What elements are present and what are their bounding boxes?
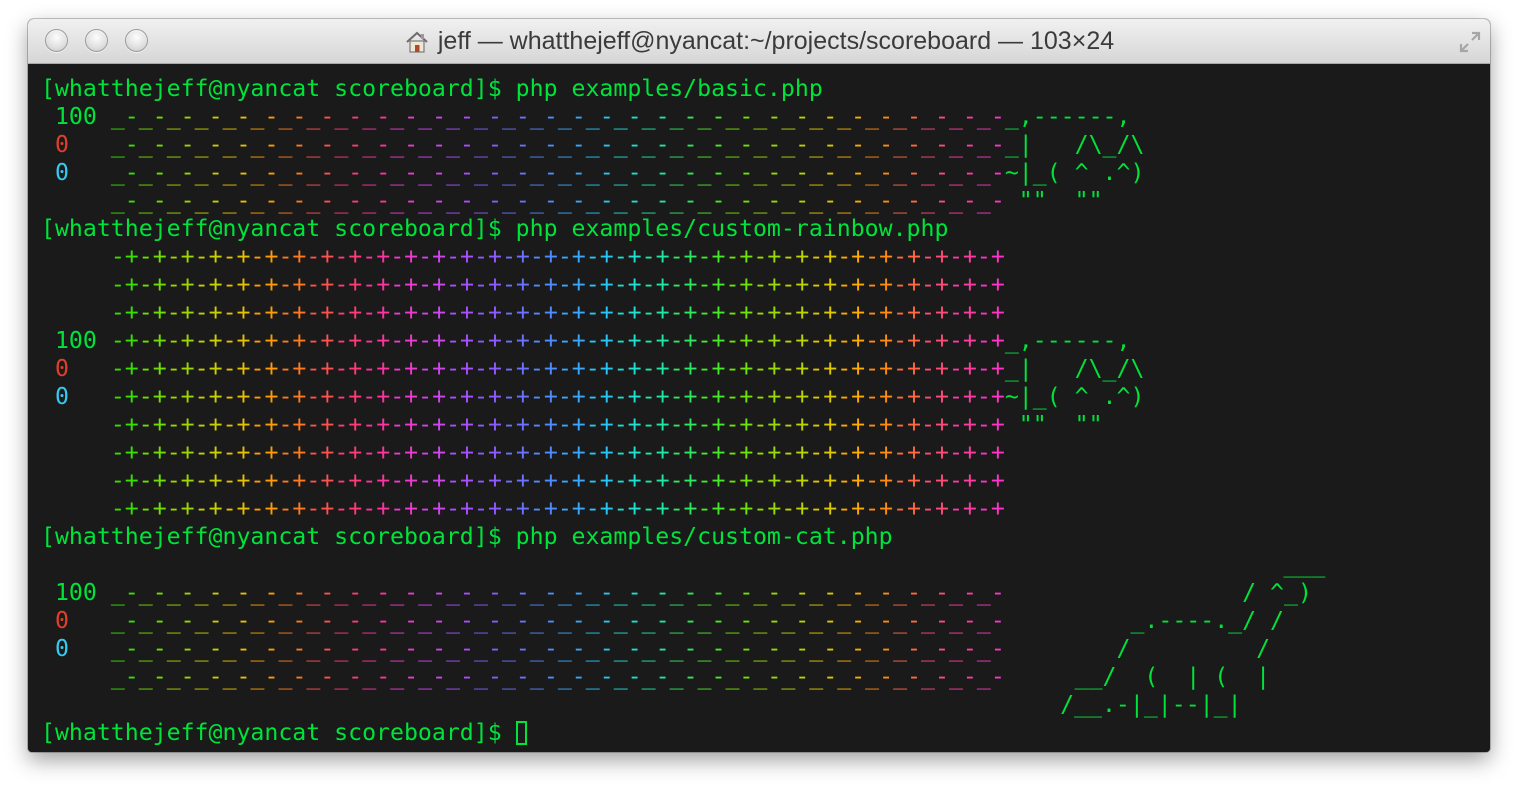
nyan-cat: _| /\_/\: [1004, 131, 1145, 158]
score-blank: [41, 271, 111, 298]
score-cyan: 0: [41, 383, 111, 410]
rainbow-trail: -+-+-+-+-+-+-+-+-+-+-+-+-+-+-+-+-+-+-+-+…: [110, 383, 1005, 410]
rainbow-line: 0 _-_-_-_-_-_-_-_-_-_-_-_-_-_-_-_-_-_-_-…: [41, 159, 1144, 187]
score-cyan: 0: [41, 635, 111, 662]
command-text: php examples/basic.php: [515, 75, 823, 102]
rainbow-line: _-_-_-_-_-_-_-_-_-_-_-_-_-_-_-_-_-_-_-_-…: [41, 663, 1270, 691]
rainbow-trail: -+-+-+-+-+-+-+-+-+-+-+-+-+-+-+-+-+-+-+-+…: [110, 327, 1005, 354]
score-blank: [41, 439, 111, 466]
rainbow-line: 0 _-_-_-_-_-_-_-_-_-_-_-_-_-_-_-_-_-_-_-…: [41, 131, 1144, 159]
rainbow-trail: _-_-_-_-_-_-_-_-_-_-_-_-_-_-_-_-_-_-_-_-…: [110, 635, 1005, 662]
rainbow-line: 100 -+-+-+-+-+-+-+-+-+-+-+-+-+-+-+-+-+-+…: [41, 327, 1131, 355]
dino-cat: ___: [41, 551, 1326, 578]
shell-prompt: [whatthejeff@nyancat scoreboard]$: [41, 719, 516, 746]
score-red: 0: [41, 607, 111, 634]
nyan-cat: ~|_( ^ .^): [1004, 383, 1145, 410]
dino-cat: / ^_): [1004, 579, 1312, 606]
rainbow-line: 0 _-_-_-_-_-_-_-_-_-_-_-_-_-_-_-_-_-_-_-…: [41, 607, 1284, 635]
rainbow-line: 0 _-_-_-_-_-_-_-_-_-_-_-_-_-_-_-_-_-_-_-…: [41, 635, 1270, 663]
score-red: 0: [41, 131, 111, 158]
shell-prompt: [whatthejeff@nyancat scoreboard]$: [41, 215, 516, 242]
rainbow-trail: _-_-_-_-_-_-_-_-_-_-_-_-_-_-_-_-_-_-_-_-…: [110, 131, 1005, 158]
score-blank: [41, 187, 111, 214]
score-blank: [41, 411, 111, 438]
score-blank: [41, 299, 111, 326]
nyan-cat: _,------,: [1004, 103, 1131, 130]
dino-cat: /__.-|_|--|_|: [41, 691, 1242, 718]
score-blank: [41, 467, 111, 494]
rainbow-trail: _-_-_-_-_-_-_-_-_-_-_-_-_-_-_-_-_-_-_-_-…: [110, 187, 1005, 214]
nyan-cat: "" "": [1004, 411, 1103, 438]
nyan-cat: _,------,: [1004, 327, 1131, 354]
score-blank: [41, 495, 111, 522]
shell-prompt: [whatthejeff@nyancat scoreboard]$: [41, 75, 516, 102]
score-blank: [41, 663, 111, 690]
nyan-cat: ~|_( ^ .^): [1004, 159, 1145, 186]
rainbow-line: -+-+-+-+-+-+-+-+-+-+-+-+-+-+-+-+-+-+-+-+…: [41, 439, 1005, 467]
home-icon: [406, 31, 428, 53]
window-title: jeff — whatthejeff@nyancat:~/projects/sc…: [437, 27, 1115, 55]
prompt-line: [whatthejeff@nyancat scoreboard]$ php ex…: [41, 75, 823, 103]
command-text: php examples/custom-cat.php: [515, 523, 893, 550]
dino-line: ___: [41, 551, 1325, 579]
rainbow-trail: -+-+-+-+-+-+-+-+-+-+-+-+-+-+-+-+-+-+-+-+…: [110, 439, 1005, 466]
score-cyan: 0: [41, 159, 111, 186]
prompt-line: [whatthejeff@nyancat scoreboard]$ php ex…: [41, 523, 893, 551]
dino-cat: / /: [1004, 635, 1271, 662]
fullscreen-icon[interactable]: [1458, 30, 1482, 54]
rainbow-line: -+-+-+-+-+-+-+-+-+-+-+-+-+-+-+-+-+-+-+-+…: [41, 243, 1005, 271]
rainbow-trail: -+-+-+-+-+-+-+-+-+-+-+-+-+-+-+-+-+-+-+-+…: [110, 243, 1005, 270]
score-red: 0: [41, 355, 111, 382]
nyan-cat: _| /\_/\: [1004, 355, 1145, 382]
prompt-line: [whatthejeff@nyancat scoreboard]$ php ex…: [41, 215, 948, 243]
shell-prompt: [whatthejeff@nyancat scoreboard]$: [41, 523, 516, 550]
command-text: php examples/custom-rainbow.php: [515, 215, 949, 242]
score-top: 100: [41, 327, 111, 354]
rainbow-line: -+-+-+-+-+-+-+-+-+-+-+-+-+-+-+-+-+-+-+-+…: [41, 495, 1005, 523]
rainbow-line: -+-+-+-+-+-+-+-+-+-+-+-+-+-+-+-+-+-+-+-+…: [41, 271, 1005, 299]
score-top: 100: [41, 579, 111, 606]
nyan-cat: "" "": [1004, 187, 1103, 214]
dino-line: /__.-|_|--|_|: [41, 691, 1242, 719]
rainbow-line: -+-+-+-+-+-+-+-+-+-+-+-+-+-+-+-+-+-+-+-+…: [41, 467, 1005, 495]
rainbow-line: 100 _-_-_-_-_-_-_-_-_-_-_-_-_-_-_-_-_-_-…: [41, 579, 1312, 607]
title-bar: jeff — whatthejeff@nyancat:~/projects/sc…: [28, 19, 1490, 64]
rainbow-line: -+-+-+-+-+-+-+-+-+-+-+-+-+-+-+-+-+-+-+-+…: [41, 411, 1103, 439]
rainbow-trail: _-_-_-_-_-_-_-_-_-_-_-_-_-_-_-_-_-_-_-_-…: [110, 607, 1005, 634]
dino-cat: _.----._/ /: [1004, 607, 1285, 634]
text-cursor[interactable]: [515, 721, 527, 745]
window-title-area: jeff — whatthejeff@nyancat:~/projects/sc…: [28, 19, 1490, 64]
score-top: 100: [41, 103, 111, 130]
rainbow-trail: -+-+-+-+-+-+-+-+-+-+-+-+-+-+-+-+-+-+-+-+…: [110, 495, 1005, 522]
rainbow-trail: _-_-_-_-_-_-_-_-_-_-_-_-_-_-_-_-_-_-_-_-…: [110, 103, 1005, 130]
terminal-window: jeff — whatthejeff@nyancat:~/projects/sc…: [28, 19, 1490, 752]
rainbow-line: 0 -+-+-+-+-+-+-+-+-+-+-+-+-+-+-+-+-+-+-+…: [41, 355, 1144, 383]
dino-cat: __/ ( | ( |: [1004, 663, 1271, 690]
rainbow-trail: -+-+-+-+-+-+-+-+-+-+-+-+-+-+-+-+-+-+-+-+…: [110, 355, 1005, 382]
rainbow-trail: -+-+-+-+-+-+-+-+-+-+-+-+-+-+-+-+-+-+-+-+…: [110, 271, 1005, 298]
prompt-line: [whatthejeff@nyancat scoreboard]$: [41, 719, 527, 747]
rainbow-line: _-_-_-_-_-_-_-_-_-_-_-_-_-_-_-_-_-_-_-_-…: [41, 187, 1103, 215]
rainbow-line: -+-+-+-+-+-+-+-+-+-+-+-+-+-+-+-+-+-+-+-+…: [41, 299, 1005, 327]
rainbow-line: 100 _-_-_-_-_-_-_-_-_-_-_-_-_-_-_-_-_-_-…: [41, 103, 1131, 131]
rainbow-trail: -+-+-+-+-+-+-+-+-+-+-+-+-+-+-+-+-+-+-+-+…: [110, 299, 1005, 326]
rainbow-trail: -+-+-+-+-+-+-+-+-+-+-+-+-+-+-+-+-+-+-+-+…: [110, 467, 1005, 494]
terminal-output[interactable]: [whatthejeff@nyancat scoreboard]$ php ex…: [28, 64, 1490, 752]
rainbow-line: 0 -+-+-+-+-+-+-+-+-+-+-+-+-+-+-+-+-+-+-+…: [41, 383, 1144, 411]
rainbow-trail: _-_-_-_-_-_-_-_-_-_-_-_-_-_-_-_-_-_-_-_-…: [110, 159, 1005, 186]
score-blank: [41, 243, 111, 270]
rainbow-trail: _-_-_-_-_-_-_-_-_-_-_-_-_-_-_-_-_-_-_-_-…: [110, 663, 1005, 690]
rainbow-trail: -+-+-+-+-+-+-+-+-+-+-+-+-+-+-+-+-+-+-+-+…: [110, 411, 1005, 438]
rainbow-trail: _-_-_-_-_-_-_-_-_-_-_-_-_-_-_-_-_-_-_-_-…: [110, 579, 1005, 606]
